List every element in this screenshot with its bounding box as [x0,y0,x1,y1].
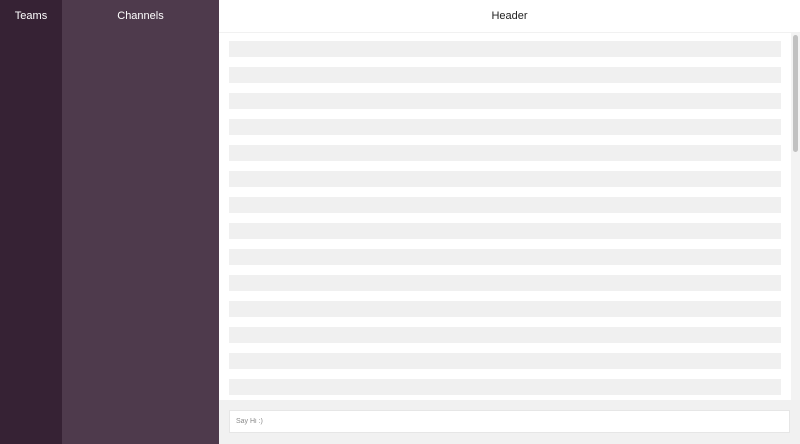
message-placeholder-row [229,41,781,57]
message-placeholder-row [229,67,781,83]
message-placeholder-row [229,353,781,369]
main-panel: Header [219,0,800,444]
messages-scrollbar[interactable] [791,33,800,400]
message-placeholder-row [229,379,781,395]
message-placeholder-row [229,223,781,239]
message-placeholder-row [229,275,781,291]
messages-area[interactable] [219,33,800,400]
message-input[interactable] [229,410,790,433]
teams-title: Teams [14,10,48,22]
message-placeholder-row [229,249,781,265]
composer-area [219,400,800,444]
message-placeholder-row [229,119,781,135]
message-placeholder-row [229,301,781,317]
app-layout: Teams Channels Header [0,0,800,444]
channels-title: Channels [117,10,164,22]
teams-sidebar: Teams [0,0,62,444]
page-header: Header [219,0,800,33]
message-placeholder-row [229,93,781,109]
message-placeholder-row [229,327,781,343]
header-title: Header [491,10,528,22]
scrollbar-thumb[interactable] [793,35,798,152]
message-placeholder-row [229,171,781,187]
message-list [219,33,800,395]
message-placeholder-row [229,197,781,213]
channels-sidebar: Channels [62,0,219,444]
message-placeholder-row [229,145,781,161]
